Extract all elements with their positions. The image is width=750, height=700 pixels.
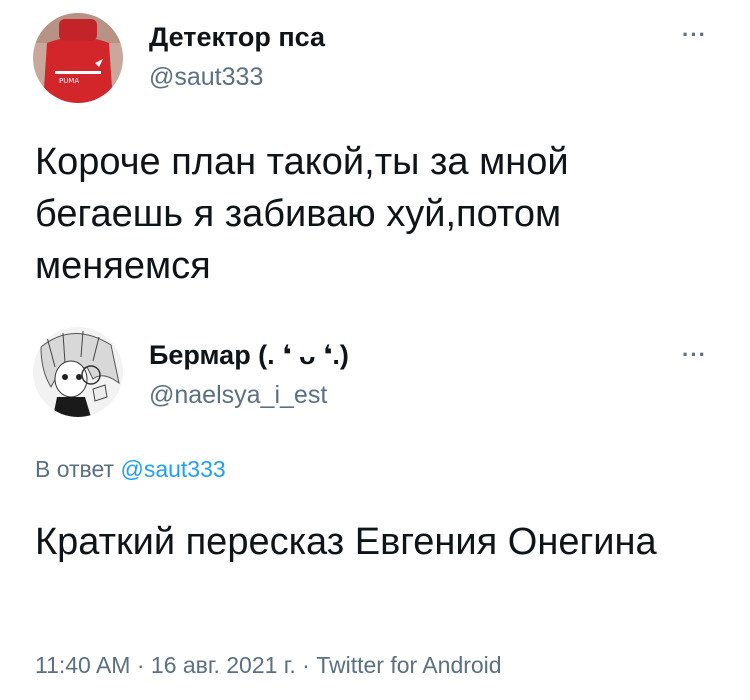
reply-prefix: В ответ xyxy=(35,456,115,482)
reply-to-link[interactable]: @saut333 xyxy=(120,456,225,482)
tweet-text: Краткий пересказ Евгения Онегина xyxy=(35,521,657,563)
tweet-original[interactable]: PUMA Детектор пса @saut333 ··· Короче пл… xyxy=(0,0,750,310)
author-handle[interactable]: @naelsya_i_est xyxy=(149,381,327,410)
tweet-text: Короче план такой,ты за мной бегаешь я з… xyxy=(35,141,569,287)
reply-context: В ответ @saut333 xyxy=(35,456,226,483)
tweet-thread: PUMA Детектор пса @saut333 ··· Короче пл… xyxy=(0,0,750,700)
tweet-reply[interactable]: Бермар (. ❛ ᴗ ❛.) @naelsya_i_est ··· В о… xyxy=(0,310,750,700)
more-options-icon[interactable]: ··· xyxy=(682,344,707,366)
author-name[interactable]: Бермар (. ❛ ᴗ ❛.) xyxy=(149,340,349,371)
user-avatar-icon xyxy=(33,327,123,417)
more-options-icon[interactable]: ··· xyxy=(682,24,707,46)
tweet-timestamp[interactable]: 11:40 AM · 16 авг. 2021 г. · Twitter for… xyxy=(35,652,502,679)
author-handle[interactable]: @saut333 xyxy=(149,63,263,92)
avatar[interactable]: PUMA xyxy=(33,13,123,103)
avatar[interactable] xyxy=(33,327,123,417)
svg-text:PUMA: PUMA xyxy=(59,77,79,85)
author-name[interactable]: Детектор пса xyxy=(149,22,325,53)
user-avatar-icon: PUMA xyxy=(33,13,123,103)
